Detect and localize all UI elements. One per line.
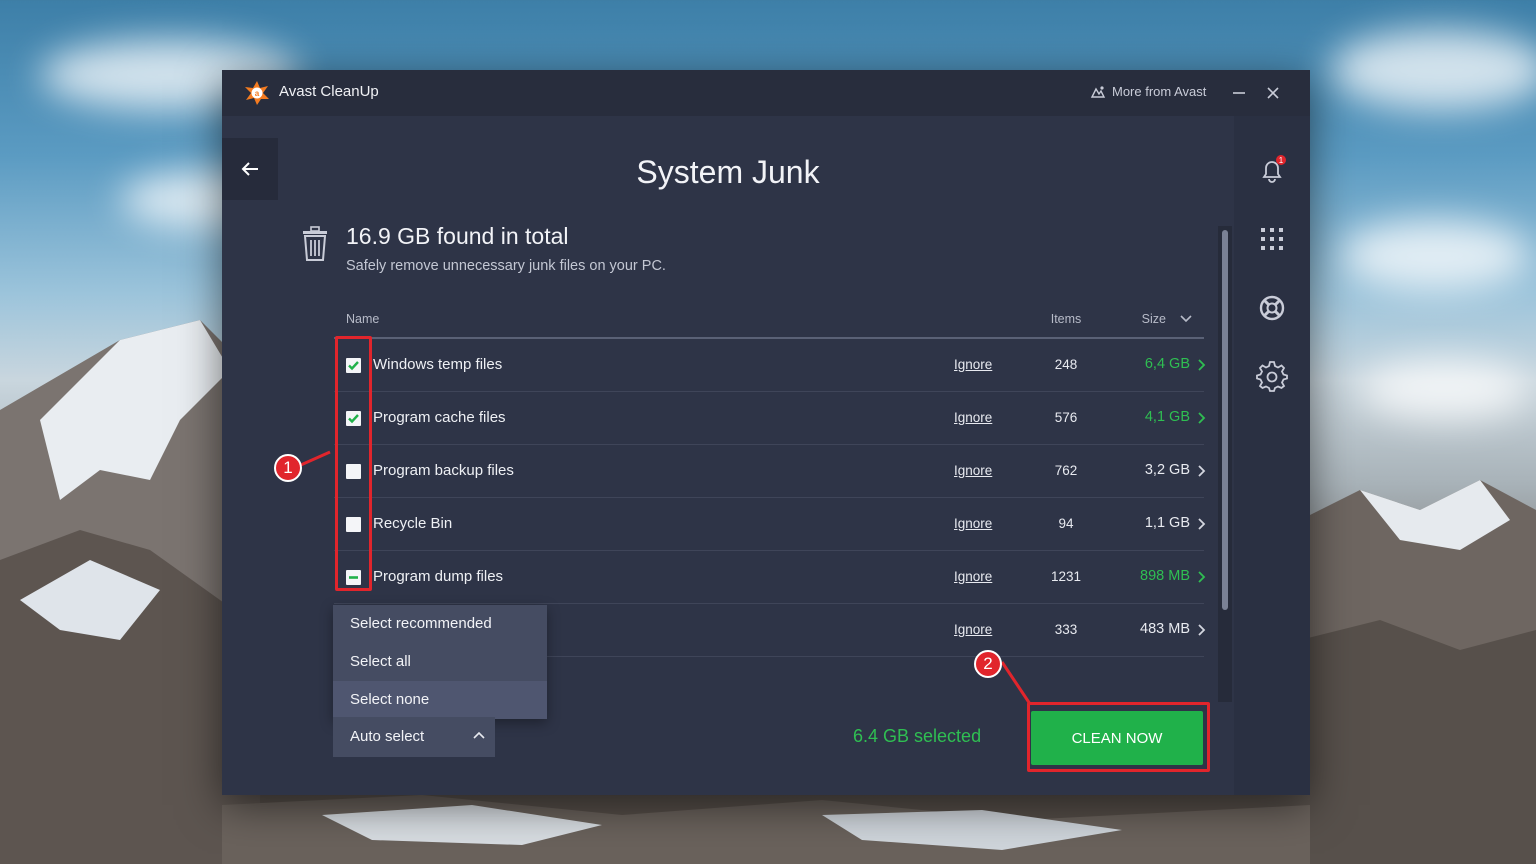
table-row[interactable]: Program backup files Ignore 762 3,2 GB — [334, 445, 1206, 498]
right-sidebar: 1 — [1234, 116, 1310, 795]
row-size: 3,2 GB — [1144, 462, 1190, 478]
selected-size-label: 6.4 GB selected — [853, 726, 982, 746]
annotation-marker-1: 1 — [274, 454, 302, 482]
row-size: 898 MB — [1140, 568, 1190, 584]
table-row[interactable]: Recycle Bin Ignore 94 1,1 GB — [334, 498, 1206, 551]
summary-title: 16.9 GB found in total — [346, 223, 569, 249]
auto-select-button[interactable]: Auto select — [333, 717, 495, 757]
auto-select-label: Auto select — [350, 728, 425, 745]
table-row[interactable]: Windows temp files Ignore 248 6,4 GB — [334, 339, 1206, 392]
row-items: 333 — [1054, 622, 1078, 637]
more-from-avast-label: More from Avast — [1112, 84, 1207, 99]
row-items: 1231 — [1050, 569, 1082, 584]
chevron-right-icon[interactable] — [1194, 410, 1208, 426]
avast-cleanup-window: a Avast CleanUp More from Avast System J… — [222, 70, 1310, 795]
column-header-items[interactable]: Items — [1034, 312, 1098, 326]
row-items: 762 — [1054, 463, 1078, 478]
auto-select-menu: Select recommended Select all Select non… — [333, 605, 547, 719]
help-button[interactable] — [1256, 292, 1288, 324]
row-name: Program backup files — [373, 462, 514, 479]
title-bar: a Avast CleanUp More from Avast — [222, 70, 1310, 116]
ignore-link[interactable]: Ignore — [954, 569, 992, 584]
row-name: Windows temp files — [373, 356, 503, 373]
sort-chevron-icon[interactable] — [1180, 314, 1192, 324]
ignore-link[interactable]: Ignore — [954, 516, 992, 531]
row-size: 4,1 GB — [1144, 409, 1190, 425]
row-size: 1,1 GB — [1144, 515, 1190, 531]
settings-button[interactable] — [1256, 361, 1288, 393]
caret-up-icon — [473, 731, 485, 739]
clean-now-button[interactable]: CLEAN NOW — [1031, 711, 1203, 765]
apps-button[interactable] — [1256, 223, 1288, 255]
notifications-button[interactable]: 1 — [1256, 154, 1288, 186]
minimize-button[interactable] — [1226, 80, 1252, 106]
chevron-right-icon[interactable] — [1194, 463, 1208, 479]
checkmark-icon — [348, 414, 359, 424]
partial-check-icon — [349, 576, 358, 579]
chevron-right-icon[interactable] — [1194, 622, 1208, 638]
row-size: 6,4 GB — [1144, 356, 1190, 372]
annotation-marker-2: 2 — [974, 650, 1002, 678]
more-from-avast-link[interactable]: More from Avast — [1090, 84, 1206, 99]
row-items: 576 — [1054, 410, 1078, 425]
chevron-right-icon[interactable] — [1194, 569, 1208, 585]
minimize-icon — [1233, 92, 1245, 94]
app-title: Avast CleanUp — [279, 83, 379, 100]
notification-badge: 1 — [1279, 156, 1284, 165]
trash-icon — [303, 226, 327, 261]
row-checkbox[interactable] — [346, 570, 361, 585]
ignore-link[interactable]: Ignore — [954, 463, 992, 478]
ignore-link[interactable]: Ignore — [954, 622, 992, 637]
row-checkbox[interactable] — [346, 517, 361, 532]
menu-item-select-none[interactable]: Select none — [333, 681, 547, 719]
page-title: System Junk — [636, 154, 820, 190]
row-checkbox[interactable] — [346, 464, 361, 479]
close-icon — [1267, 87, 1279, 99]
row-name: Program cache files — [373, 409, 506, 426]
row-size: 483 MB — [1140, 621, 1190, 637]
chevron-right-icon[interactable] — [1194, 516, 1208, 532]
more-from-avast-icon — [1090, 85, 1106, 98]
summary-subtitle: Safely remove unnecessary junk files on … — [346, 258, 666, 274]
table-row[interactable]: Program cache files Ignore 576 4,1 GB — [334, 392, 1206, 445]
avast-logo-icon: a — [245, 81, 269, 105]
row-name: Program dump files — [373, 568, 504, 585]
ignore-link[interactable]: Ignore — [954, 357, 992, 372]
table-row[interactable]: Program dump files Ignore 1231 898 MB — [334, 551, 1206, 604]
row-name: Recycle Bin — [373, 515, 453, 532]
menu-item-select-all[interactable]: Select all — [333, 643, 547, 681]
checkmark-icon — [348, 361, 359, 371]
ignore-link[interactable]: Ignore — [954, 410, 992, 425]
row-checkbox[interactable] — [346, 411, 361, 426]
svg-text:a: a — [255, 89, 260, 98]
column-header-name[interactable]: Name — [346, 312, 379, 326]
row-items: 248 — [1054, 357, 1078, 372]
bell-icon: 1 — [1262, 155, 1286, 183]
close-button[interactable] — [1260, 80, 1286, 106]
chevron-right-icon[interactable] — [1194, 357, 1208, 373]
row-checkbox[interactable] — [346, 358, 361, 373]
pointer-arrow-2 — [1000, 661, 1032, 705]
row-items: 94 — [1058, 516, 1074, 531]
help-lifebuoy-icon — [1259, 295, 1285, 321]
apps-grid-icon — [1261, 228, 1283, 250]
scrollbar-thumb[interactable] — [1222, 230, 1228, 610]
column-header-size[interactable]: Size — [1112, 312, 1166, 326]
menu-item-select-recommended[interactable]: Select recommended — [333, 605, 547, 643]
settings-gear-icon — [1256, 361, 1288, 392]
